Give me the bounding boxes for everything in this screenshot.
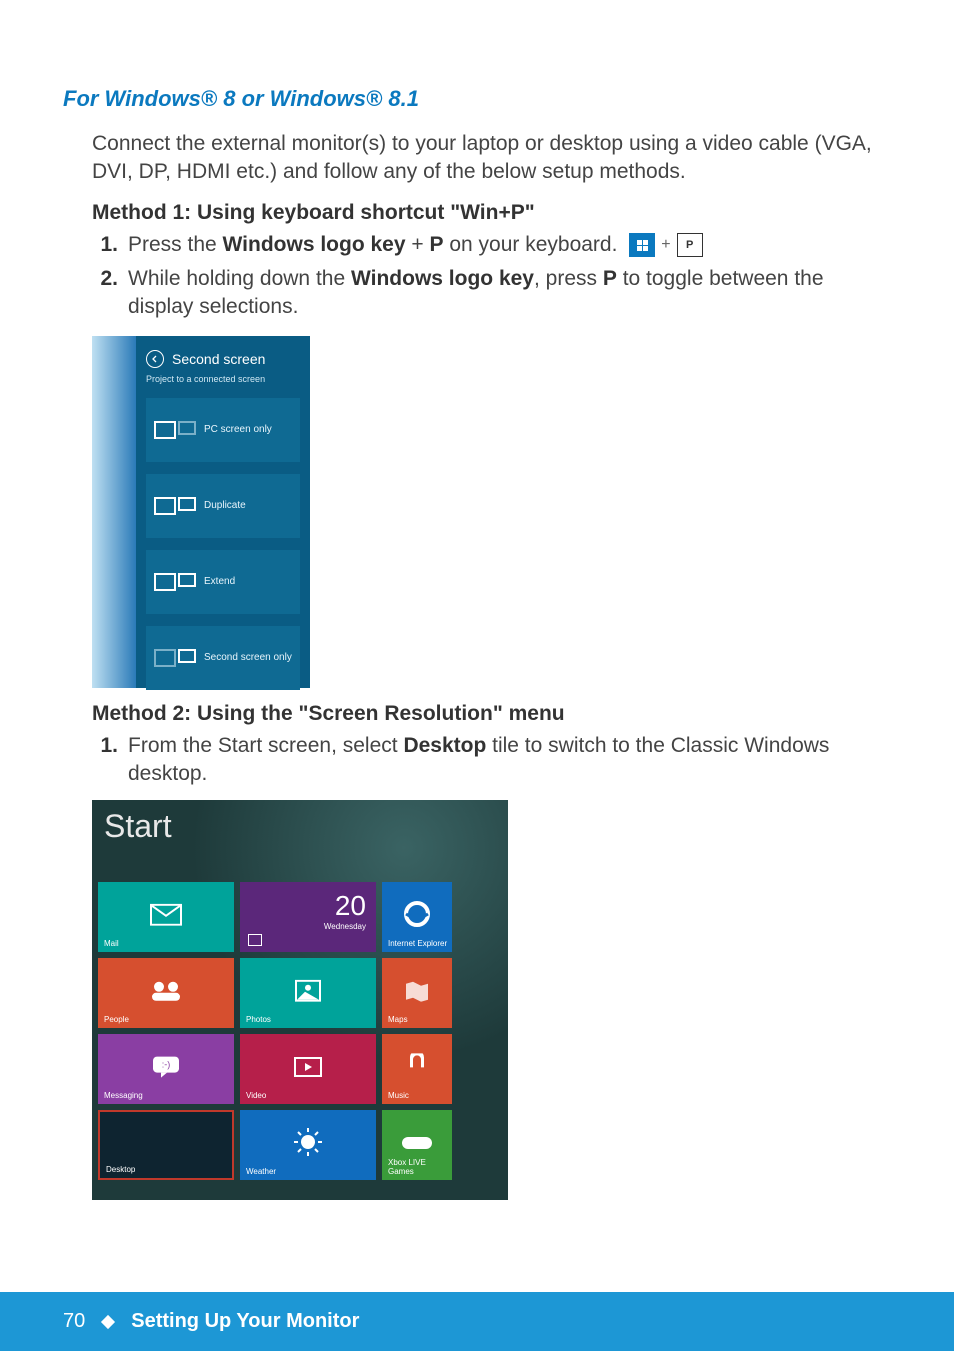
method2-step1: 1. From the Start screen, select Desktop… bbox=[92, 732, 891, 789]
tile-label: Video bbox=[246, 1091, 266, 1100]
start-title: Start bbox=[104, 808, 172, 845]
messaging-icon: :-) bbox=[151, 1055, 181, 1079]
charm-subtitle: Project to a connected screen bbox=[146, 374, 300, 384]
diamond-icon bbox=[101, 1314, 115, 1328]
weather-icon bbox=[293, 1127, 323, 1157]
bold-text: Desktop bbox=[403, 734, 486, 757]
method1-step2: 2. While holding down the Windows logo k… bbox=[92, 265, 891, 322]
step-number: 1. bbox=[92, 231, 118, 259]
second-only-icon bbox=[154, 649, 196, 667]
text: on your keyboard. bbox=[444, 233, 618, 256]
page-footer: 70 Setting Up Your Monitor bbox=[0, 1292, 954, 1351]
calendar-date: 20 bbox=[335, 890, 366, 922]
tile-desktop: Desktop bbox=[98, 1110, 234, 1180]
tile-label: Desktop bbox=[106, 1165, 135, 1174]
option-label: PC screen only bbox=[204, 424, 272, 435]
charm-header: Second screen bbox=[146, 350, 300, 368]
method1-title: Method 1: Using keyboard shortcut "Win+P… bbox=[92, 201, 891, 225]
charm-title: Second screen bbox=[172, 351, 265, 367]
text: , press bbox=[534, 267, 603, 290]
tile-messaging: :-) Messaging bbox=[98, 1034, 234, 1104]
start-screen: Start Mail 20 Wednesday Internet Explore… bbox=[92, 800, 508, 1200]
tile-ie: Internet Explorer bbox=[382, 882, 452, 952]
step-number: 2. bbox=[92, 265, 118, 322]
option-label: Duplicate bbox=[204, 500, 246, 511]
p-key-icon: P bbox=[677, 233, 703, 257]
maps-icon bbox=[404, 980, 430, 1002]
extend-icon bbox=[154, 573, 196, 591]
tile-label: People bbox=[104, 1015, 129, 1024]
ie-icon bbox=[402, 899, 432, 929]
tile-label: Messaging bbox=[104, 1091, 143, 1100]
video-icon bbox=[294, 1057, 322, 1077]
bold-text: P bbox=[429, 233, 443, 256]
back-arrow-icon bbox=[146, 350, 164, 368]
bold-text: Windows logo key bbox=[351, 267, 534, 290]
svg-text::-): :-) bbox=[162, 1060, 171, 1070]
mail-icon bbox=[150, 904, 182, 926]
people-icon bbox=[149, 980, 183, 1002]
option-extend: Extend bbox=[146, 550, 300, 614]
plus-icon: + bbox=[661, 234, 670, 256]
text: From the Start screen, select bbox=[128, 734, 403, 757]
second-screen-charm: Second screen Project to a connected scr… bbox=[92, 336, 310, 688]
calendar-icon bbox=[248, 934, 262, 946]
method1-step1: 1. Press the Windows logo key + P on you… bbox=[92, 231, 891, 259]
bold-text: P bbox=[603, 267, 617, 290]
tile-label: Weather bbox=[246, 1167, 276, 1176]
charm-gradient bbox=[92, 336, 136, 688]
monitor-icon bbox=[154, 421, 196, 439]
tile-photos: Photos bbox=[240, 958, 376, 1028]
tile-games: Xbox LIVE Games bbox=[382, 1110, 452, 1180]
tile-music: Music bbox=[382, 1034, 452, 1104]
tile-label: Mail bbox=[104, 939, 119, 948]
music-icon bbox=[405, 1054, 429, 1080]
tile-label: Music bbox=[388, 1091, 409, 1100]
step-number: 1. bbox=[92, 732, 118, 789]
photos-icon bbox=[295, 980, 321, 1002]
tile-label: Internet Explorer bbox=[388, 939, 447, 948]
option-pc-screen-only: PC screen only bbox=[146, 398, 300, 462]
tile-weather: Weather bbox=[240, 1110, 376, 1180]
tile-label: Photos bbox=[246, 1015, 271, 1024]
tile-label: Xbox LIVE Games bbox=[388, 1158, 452, 1176]
tile-label: Maps bbox=[388, 1015, 408, 1024]
tile-maps: Maps bbox=[382, 958, 452, 1028]
tile-video: Video bbox=[240, 1034, 376, 1104]
tile-people: People bbox=[98, 958, 234, 1028]
bold-text: Windows logo key bbox=[223, 233, 406, 256]
option-label: Extend bbox=[204, 576, 235, 587]
option-duplicate: Duplicate bbox=[146, 474, 300, 538]
text: + bbox=[406, 233, 430, 256]
text: Press the bbox=[128, 233, 223, 256]
tile-mail: Mail bbox=[98, 882, 234, 952]
windows-key-icon bbox=[629, 233, 655, 257]
intro-paragraph: Connect the external monitor(s) to your … bbox=[92, 130, 891, 187]
option-second-screen-only: Second screen only bbox=[146, 626, 300, 690]
duplicate-icon bbox=[154, 497, 196, 515]
games-icon bbox=[402, 1133, 432, 1153]
calendar-day: Wednesday bbox=[324, 922, 366, 931]
text: While holding down the bbox=[128, 267, 351, 290]
footer-title: Setting Up Your Monitor bbox=[131, 1310, 359, 1333]
method2-title: Method 2: Using the "Screen Resolution" … bbox=[92, 702, 891, 726]
page-number: 70 bbox=[63, 1310, 85, 1333]
option-label: Second screen only bbox=[204, 652, 292, 663]
tile-calendar: 20 Wednesday bbox=[240, 882, 376, 952]
section-heading: For Windows® 8 or Windows® 8.1 bbox=[63, 86, 891, 112]
